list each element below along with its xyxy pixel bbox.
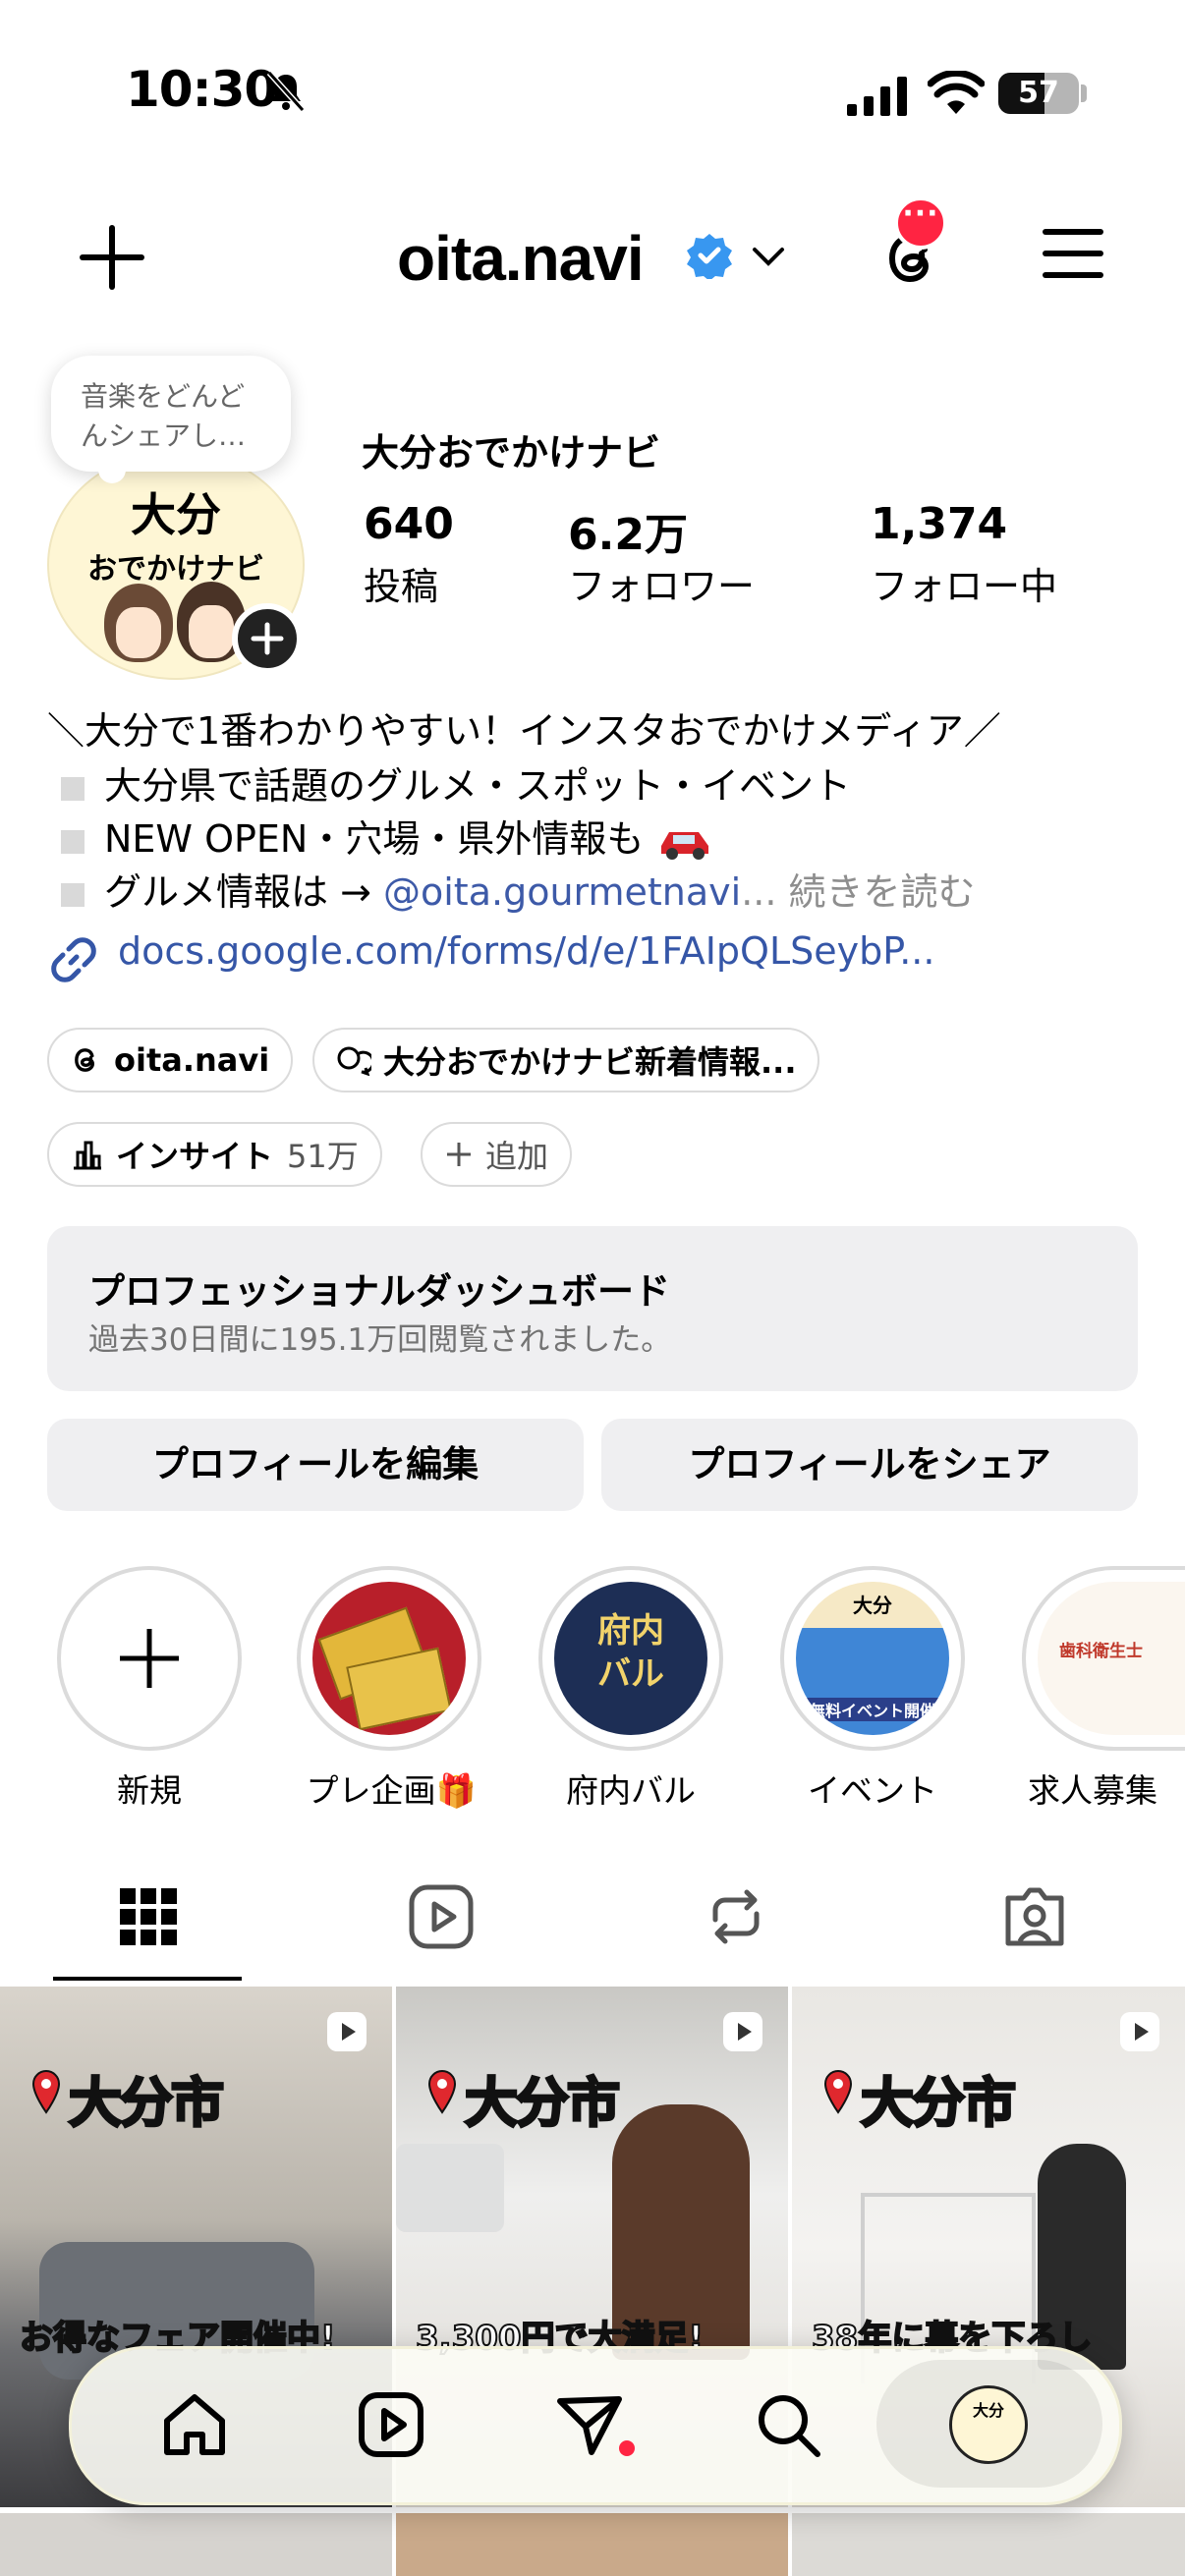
insights-chip-value: 51万: [287, 1138, 359, 1175]
plus-icon: [251, 622, 284, 655]
chat-bubbles-icon: [337, 1046, 371, 1076]
broadcast-channel-chip[interactable]: 大分おでかけナビ新着情報...: [312, 1028, 820, 1092]
following-count[interactable]: 1,374: [871, 499, 1007, 549]
avatar-logo-line2: おでかけナビ: [87, 552, 264, 587]
highlight-new[interactable]: [57, 1566, 242, 1751]
battery-tip: [1081, 84, 1087, 102]
reel-icon: [327, 2012, 367, 2051]
pre-campaign-cover: [312, 1582, 466, 1735]
share-profile-button[interactable]: プロフィールをシェア: [601, 1419, 1138, 1511]
channel-chip-label: 大分おでかけナビ新着情報...: [383, 1043, 797, 1081]
avatar-character-1: [104, 584, 173, 662]
bio-line-3: NEW OPEN・穴場・県外情報も: [47, 815, 714, 863]
home-icon[interactable]: [159, 2389, 230, 2460]
status-time: 10:30: [126, 61, 278, 118]
bio-line-4: グルメ情報は → @oita.gourmetnavi... 続きを読む: [47, 868, 976, 916]
highlight-label-pre-campaign: プレ企画🎁: [306, 1771, 477, 1810]
tagged-tab-icon[interactable]: [1000, 1882, 1069, 1951]
bio-line-1: ＼大分で1番わかりやすい！インスタおでかけメディア／: [47, 709, 1001, 753]
highlight-event[interactable]: 大分 無料イベント開催: [780, 1566, 965, 1751]
profile-tab-avatar[interactable]: 大分: [949, 2385, 1028, 2464]
event-cover-city: 大分: [853, 1594, 892, 1617]
threads-profile-chip[interactable]: oita.navi: [47, 1028, 294, 1092]
bio-line-2: 大分県で話題のグルメ・スポット・イベント: [47, 762, 851, 810]
dashboard-title: プロフェッショナルダッシュボード: [88, 1270, 670, 1313]
grid-tab-icon[interactable]: [114, 1882, 183, 1951]
menu-hamburger-icon[interactable]: [1042, 224, 1104, 283]
profile-username[interactable]: oita.navi: [397, 222, 645, 295]
threads-icon: [75, 1048, 95, 1072]
followers-label[interactable]: フォロワー: [568, 556, 755, 610]
square-bullet-icon: [61, 882, 85, 907]
plus-icon: [447, 1143, 471, 1166]
battery-indicator: 57: [998, 73, 1079, 114]
highlight-pre-campaign[interactable]: [297, 1566, 481, 1751]
event-cover: 大分 無料イベント開催: [796, 1582, 949, 1735]
event-cover-caption: 無料イベント開催: [800, 1698, 945, 1721]
threads-notification-badge: ···: [894, 196, 947, 250]
post-location-label: 大分市: [68, 2071, 226, 2136]
add-story-button[interactable]: [232, 603, 303, 674]
reels-icon[interactable]: [356, 2389, 426, 2460]
professional-dashboard-card[interactable]: プロフェッショナルダッシュボード 過去30日間に195.1万回閲覧されました。: [47, 1226, 1138, 1391]
insights-chip-label: インサイト: [116, 1138, 274, 1175]
followers-count[interactable]: 6.2万: [568, 499, 688, 562]
add-chip-label: 追加: [485, 1138, 549, 1175]
chevron-down-icon[interactable]: [751, 244, 786, 269]
car-emoji-icon: [661, 831, 709, 860]
posts-count[interactable]: 640: [364, 499, 454, 549]
read-more-link[interactable]: ... 続きを読む: [741, 870, 975, 914]
reposts-tab-icon[interactable]: [702, 1882, 770, 1951]
recruit-cover-text: 歯科衛生士: [1059, 1642, 1143, 1661]
avatar-logo-line1: 大分: [131, 488, 221, 541]
insights-chip[interactable]: インサイト 51万: [47, 1122, 382, 1187]
highlight-recruit[interactable]: 歯科衛生士: [1022, 1566, 1185, 1751]
reel-icon: [1120, 2012, 1159, 2051]
signal-icon: [847, 77, 907, 116]
plates-image: [396, 2144, 504, 2232]
active-tab-indicator: [53, 1977, 242, 1981]
plus-icon: [120, 1629, 179, 1688]
display-name: 大分おでかけナビ: [362, 431, 661, 475]
post-tile[interactable]: [396, 2513, 788, 2576]
bio-external-link[interactable]: docs.google.com/forms/d/e/1FAIpQLSeybP..…: [118, 929, 934, 973]
verified-badge-icon: [687, 234, 732, 279]
recruit-cover: 歯科衛生士: [1038, 1582, 1185, 1735]
link-icon: [51, 937, 96, 982]
location-pin-icon: [427, 2069, 457, 2114]
location-pin-icon: [823, 2069, 853, 2114]
highlight-funai-bar[interactable]: 府内バル: [538, 1566, 723, 1751]
highlight-label-event: イベント: [808, 1771, 937, 1810]
highlight-label-funai-bar: 府内バル: [566, 1771, 696, 1810]
direct-message-icon[interactable]: [554, 2389, 625, 2460]
bar-chart-icon: [74, 1141, 101, 1170]
post-tile[interactable]: [0, 2513, 392, 2576]
post-tile[interactable]: [792, 2513, 1185, 2576]
square-bullet-icon: [61, 776, 85, 801]
wifi-icon: [928, 71, 985, 114]
post-location-label: 大分市: [464, 2071, 622, 2136]
funai-bar-cover-text: 府内バル: [597, 1611, 664, 1694]
highlight-label-recruit: 求人募集: [1028, 1771, 1157, 1810]
search-icon[interactable]: [753, 2389, 823, 2460]
square-bullet-icon: [61, 829, 85, 854]
create-plus-icon[interactable]: [79, 224, 145, 291]
threads-chip-label: oita.navi: [114, 1041, 270, 1079]
reel-icon: [723, 2012, 762, 2051]
edit-profile-button[interactable]: プロフィールを編集: [47, 1419, 584, 1511]
highlight-label-new: 新規: [117, 1771, 182, 1810]
dm-notification-dot: [619, 2440, 635, 2456]
dashboard-subtitle: 過去30日間に195.1万回閲覧されました。: [88, 1322, 672, 1358]
bell-muted-icon: [266, 70, 306, 113]
following-label[interactable]: フォロー中: [871, 556, 1057, 610]
add-chip[interactable]: 追加: [421, 1122, 573, 1187]
reels-tab-icon[interactable]: [407, 1882, 476, 1951]
gourmet-mention-link[interactable]: @oita.gourmetnavi: [383, 870, 741, 914]
posts-label[interactable]: 投稿: [364, 556, 438, 610]
profile-note-bubble[interactable]: 音楽をどんどんシェアし…: [51, 356, 291, 483]
location-pin-icon: [31, 2069, 61, 2114]
post-location-label: 大分市: [860, 2071, 1018, 2136]
funai-bar-cover: 府内バル: [554, 1582, 707, 1735]
